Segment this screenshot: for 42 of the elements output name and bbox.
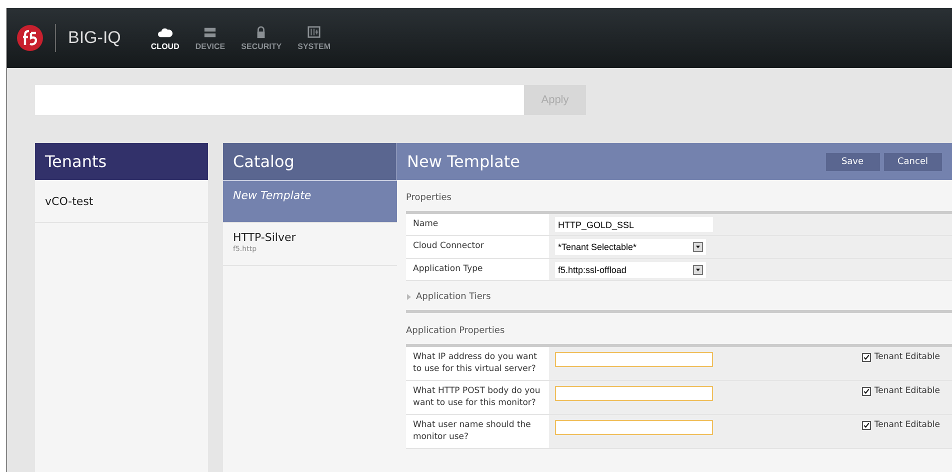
select-field[interactable]: f5.http:ssl-offload — [555, 262, 706, 278]
header-button[interactable]: Cancel — [884, 152, 942, 170]
dropdown-icon — [693, 264, 703, 275]
input-field[interactable] — [555, 352, 713, 368]
field-label: What HTTP POST body do you want to use for this monitor? — [406, 381, 549, 414]
field-label: What IP address do you want to use for this virtual server? — [406, 347, 549, 380]
tiers-toggle[interactable]: Application Tiers — [406, 281, 952, 314]
checkbox[interactable] — [862, 420, 872, 430]
nav-tab[interactable]: DEVICE — [187, 26, 234, 50]
input-field[interactable]: HTTP_GOLD_SSL — [555, 217, 713, 232]
field-label: What user name should the monitor use? — [406, 415, 549, 448]
dropdown-icon — [693, 242, 703, 252]
nav-tab[interactable]: SECURITY — [233, 26, 290, 50]
checkbox[interactable] — [862, 352, 872, 362]
triangle-icon — [406, 294, 412, 300]
cloud-icon — [157, 26, 174, 38]
nav-tab[interactable]: SYSTEM — [290, 26, 339, 50]
checkbox-label: Tenant Editable — [874, 386, 940, 396]
panel-title: New Template — [407, 152, 520, 171]
input-field[interactable] — [555, 386, 713, 402]
product-name: BIG-IQ — [68, 28, 121, 48]
field-label: Application Type — [406, 258, 549, 280]
header-button[interactable]: Save — [826, 152, 880, 170]
checkbox[interactable] — [862, 386, 872, 396]
catalog-item[interactable]: New Template — [223, 180, 397, 223]
device-icon — [202, 26, 218, 38]
input-field[interactable] — [555, 420, 713, 436]
search-field[interactable] — [35, 85, 524, 115]
nav-tab[interactable]: CLOUD — [142, 26, 188, 50]
section-title: Application Properties — [406, 325, 506, 338]
select-field[interactable]: *Tenant Selectable* — [555, 239, 706, 256]
panel-header: Catalog — [223, 143, 397, 180]
logo-icon — [17, 25, 43, 51]
item-name: New Template — [233, 189, 312, 202]
checkbox-label: Tenant Editable — [874, 420, 940, 430]
item-name: HTTP-Silver — [233, 231, 297, 244]
checkbox-label: Tenant Editable — [874, 352, 940, 362]
section-title: Properties — [406, 192, 452, 205]
field-label: Cloud Connector — [406, 236, 549, 258]
field-label: Name — [406, 214, 549, 236]
panel-header: Tenants — [35, 143, 208, 180]
system-icon — [306, 26, 322, 38]
